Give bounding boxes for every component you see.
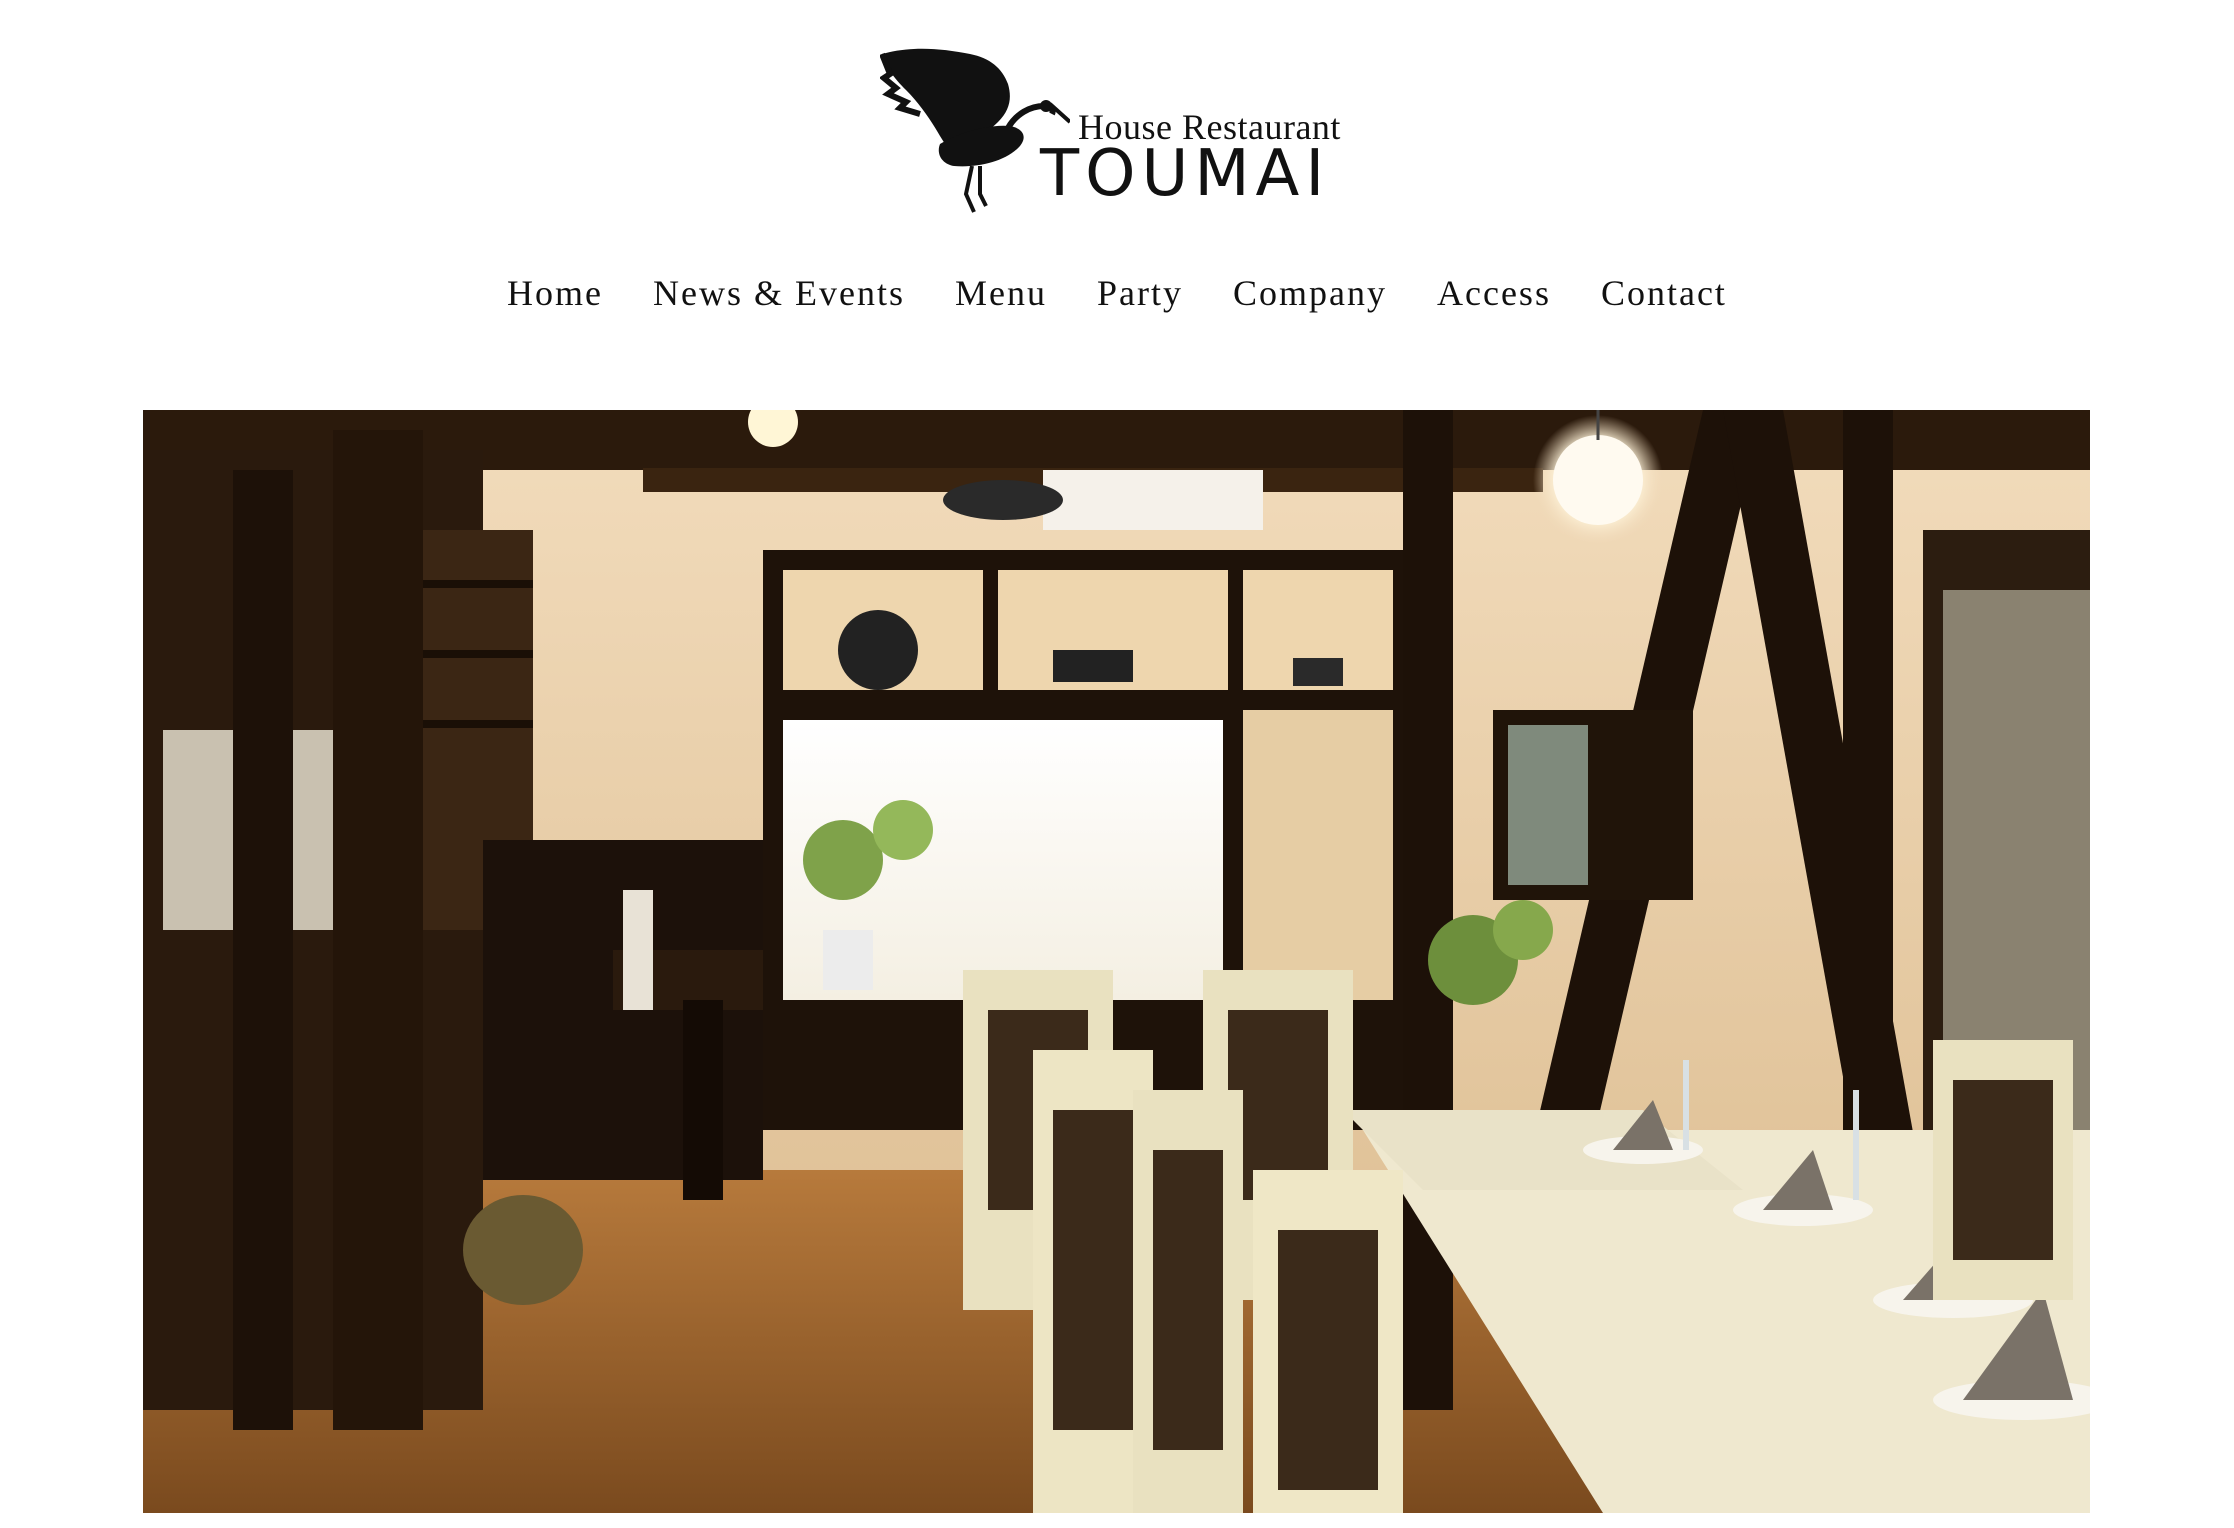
page: House Restaurant TOUMAI Home News & Even… <box>0 0 2234 1528</box>
hero-image <box>143 410 2090 1513</box>
main-nav: Home News & Events Menu Party Company Ac… <box>0 272 2234 314</box>
nav-item-contact[interactable]: Contact <box>1601 272 1727 314</box>
nav-item-news-events[interactable]: News & Events <box>653 272 905 314</box>
nav-item-home[interactable]: Home <box>507 272 603 314</box>
logo-name: TOUMAI <box>1040 137 1331 211</box>
nav-item-access[interactable]: Access <box>1437 272 1551 314</box>
nav-item-party[interactable]: Party <box>1097 272 1183 314</box>
restaurant-interior-photo <box>143 410 2090 1513</box>
nav-item-menu[interactable]: Menu <box>955 272 1047 314</box>
nav-item-company[interactable]: Company <box>1233 272 1387 314</box>
site-logo[interactable]: House Restaurant TOUMAI <box>880 44 1350 214</box>
